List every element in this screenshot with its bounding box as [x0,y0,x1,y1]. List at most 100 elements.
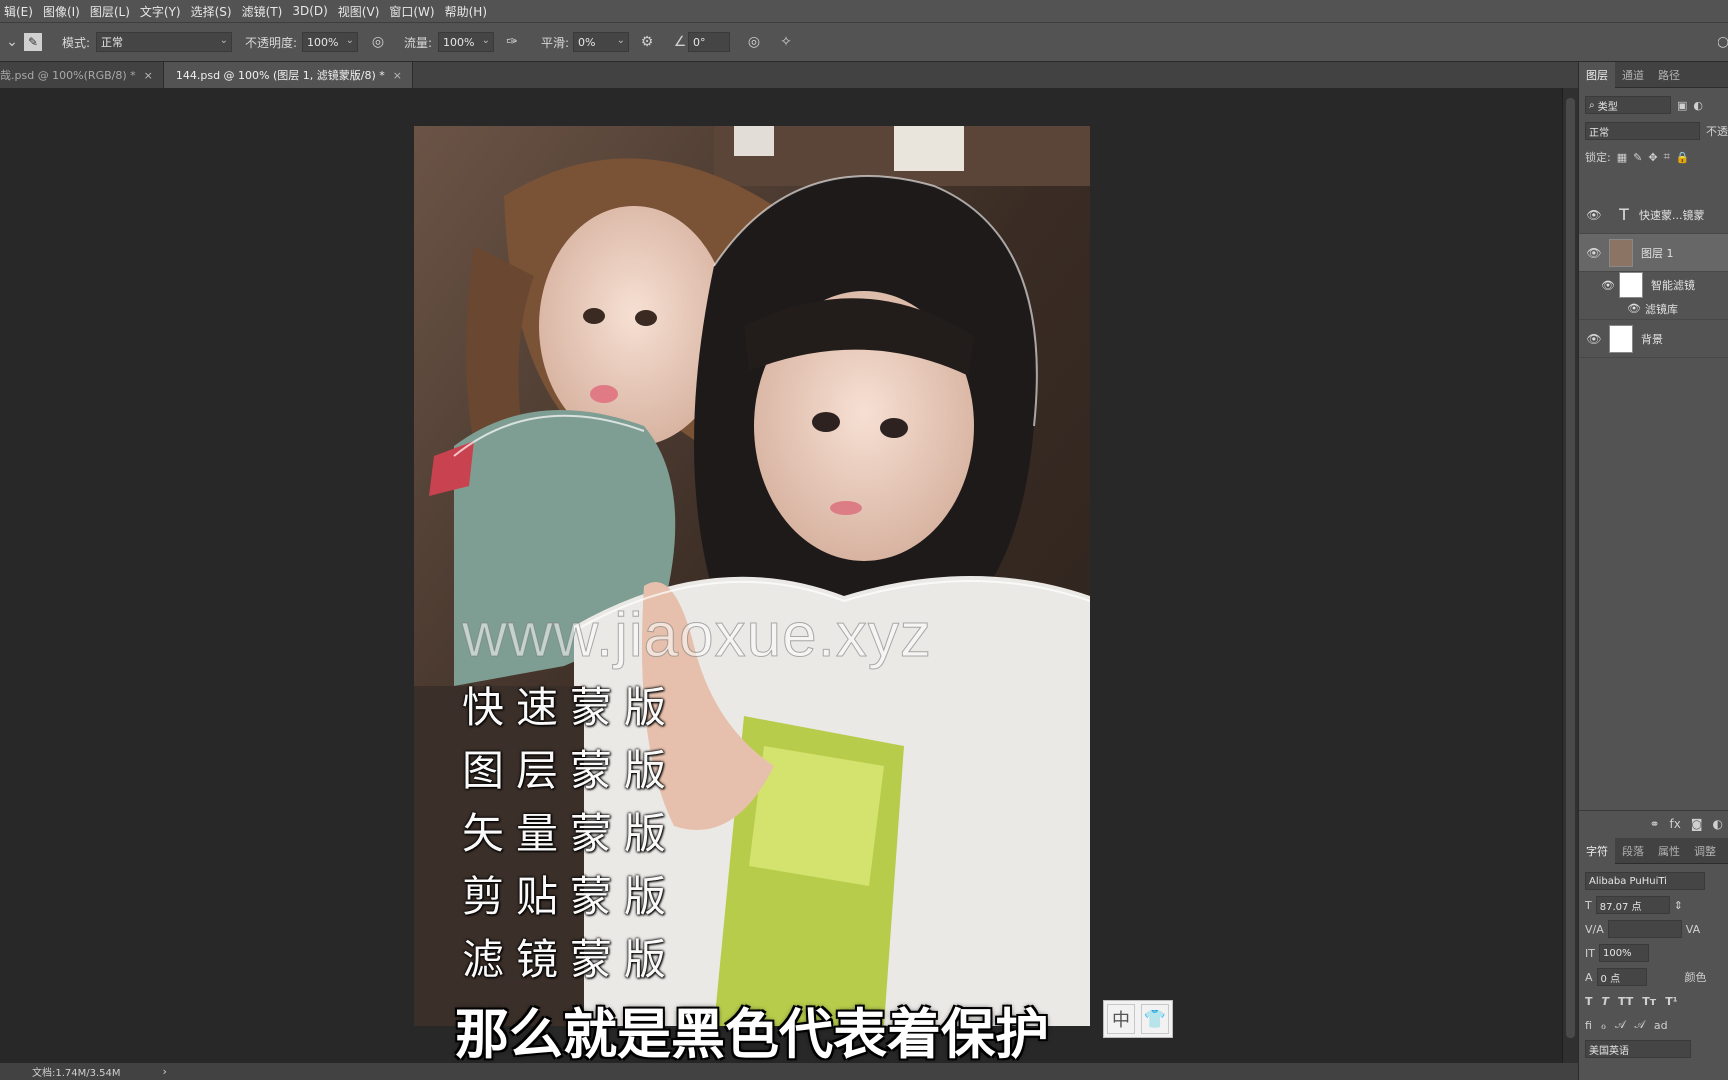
video-subtitle: 那么就是黑色代表着保护 [455,1003,1049,1066]
lock-transparency-icon[interactable]: ▦ [1617,151,1627,164]
small-caps-icon[interactable]: Tт [1642,995,1656,1008]
layer-row-smart-filter[interactable]: 👁 智能滤镜 [1579,272,1728,298]
old-style-icon[interactable]: ℴ [1601,1019,1606,1032]
layer-name: 背景 [1641,332,1663,346]
swash-icon[interactable]: 𝒜 [1615,1018,1625,1032]
scrollbar-thumb[interactable] [1566,98,1575,1038]
menu-help[interactable]: 帮助(H) [441,3,493,20]
faux-italic-icon[interactable]: T [1602,995,1610,1008]
image-filter-icon[interactable]: ▣ [1677,99,1687,112]
layer-thumbnail [1609,324,1633,353]
tab-paragraph[interactable]: 段落 [1615,838,1651,864]
adjustment-filter-icon[interactable]: ◐ [1693,99,1703,112]
search-icon[interactable]: ○ [1718,32,1728,52]
mode-select[interactable]: 正常 ⌄ [96,32,232,52]
layer-name: 快速蒙...镜蒙 [1639,208,1705,222]
font-size-field[interactable]: 87.07 点 [1595,896,1670,914]
menu-window[interactable]: 窗口(W) [385,3,440,20]
mask-type-clipping: 剪贴蒙版 [462,872,679,921]
pressure-size-icon[interactable]: ◎ [744,32,764,52]
tab-properties[interactable]: 属性 [1651,838,1687,864]
character-panel-tabs: 字符 段落 属性 调整 [1579,837,1728,864]
tab-paths[interactable]: 路径 [1651,62,1687,88]
filter-mask-thumbnail[interactable] [1619,272,1643,298]
tool-preset-dropdown[interactable]: ⌄ [2,31,22,53]
close-icon[interactable]: × [144,69,153,82]
airbrush-icon[interactable]: ✑ [502,32,522,52]
symmetry-icon[interactable]: ✧ [776,32,796,52]
opacity-field[interactable]: 100% ⌄ [302,32,358,52]
fx-icon[interactable]: fx [1670,817,1681,831]
tab-document-1[interactable]: 哉.psd @ 100%(RGB/8) * × [0,62,164,88]
menu-type[interactable]: 文字(Y) [136,3,187,20]
flow-field[interactable]: 100% ⌄ [438,32,494,52]
kerning-field[interactable] [1607,920,1682,938]
eye-icon[interactable]: 👁 [1579,246,1609,260]
eye-icon[interactable]: 👁 [1579,302,1645,315]
shirt-icon[interactable]: 👕 [1141,1004,1169,1034]
all-caps-icon[interactable]: TT [1618,995,1633,1008]
chevron-down-icon: ⌄ [345,35,354,46]
faux-bold-icon[interactable]: T [1585,995,1593,1008]
chevron-down-icon: ⌄ [481,35,490,46]
opacity-label: 不透明度: [245,35,298,50]
tab-layers[interactable]: 图层 [1579,61,1615,88]
menu-layer[interactable]: 图层(L) [86,3,136,20]
flow-label: 流量: [404,35,433,50]
menu-image[interactable]: 图像(I) [39,3,86,20]
layers-panel-tabs: 图层 通道 路径 [1579,61,1728,88]
chevron-right-icon[interactable]: › [163,1065,167,1078]
menu-3d[interactable]: 3D(D) [288,4,333,18]
angle-field[interactable]: 0° [688,32,730,52]
ime-mode-button[interactable]: 中 [1107,1004,1135,1034]
brush-settings-button[interactable]: ✎ [24,31,42,53]
link-icon[interactable]: ⚭ [1649,817,1659,831]
smooth-field[interactable]: 0% ⌄ [573,32,629,52]
vertical-scrollbar[interactable] [1562,88,1578,1063]
baseline-shift-field[interactable]: 0 点 [1596,968,1647,986]
layer-row-image[interactable]: 👁 图层 1 [1579,234,1728,272]
eye-icon[interactable]: 👁 [1579,208,1609,222]
menu-bar: 辑(E) 图像(I) 图层(L) 文字(Y) 选择(S) 滤镜(T) 3D(D)… [0,0,1728,22]
status-bar: 文档:1.74M/3.54M › [0,1063,1578,1080]
lock-artboard-icon[interactable]: ⌗ [1664,150,1670,164]
tab-document-2[interactable]: 144.psd @ 100% (图层 1, 滤镜蒙版/8) * × [163,62,413,88]
language-select[interactable]: 美国英语 [1585,1040,1691,1058]
stylistic-icon[interactable]: 𝒜 [1634,1018,1644,1032]
menu-filter[interactable]: 滤镜(T) [238,3,289,20]
vertical-scale-field[interactable]: 100% [1598,944,1649,962]
eye-icon[interactable]: 👁 [1579,279,1619,292]
lock-all-icon[interactable]: 🔒 [1676,151,1690,164]
document-tabs: 哉.psd @ 100%(RGB/8) * × 144.psd @ 100% (图… [0,62,1578,88]
pressure-opacity-icon[interactable]: ◎ [368,32,388,52]
superscript-icon[interactable]: T¹ [1665,995,1677,1008]
titling-icon[interactable]: ad [1654,1019,1668,1032]
menu-select[interactable]: 选择(S) [187,3,238,20]
adjustment-icon[interactable]: ◐ [1713,817,1723,831]
layer-row-background[interactable]: 👁 背景 [1579,320,1728,358]
gear-icon[interactable]: ⚙ [637,32,657,52]
layer-name: 智能滤镜 [1651,279,1695,292]
baseline-shift-icon: A [1585,970,1593,984]
leading-icon: ⇕ [1673,898,1683,912]
close-icon[interactable]: × [393,69,402,82]
ligature-icon[interactable]: fi [1585,1019,1592,1032]
blend-mode-select[interactable]: 正常 [1585,122,1700,140]
layer-name: 图层 1 [1641,246,1674,260]
tab-character[interactable]: 字符 [1579,837,1615,864]
tab-channels[interactable]: 通道 [1615,62,1651,88]
mode-label: 模式: [62,35,91,50]
lock-position-icon[interactable]: ✥ [1648,151,1657,164]
menu-edit[interactable]: 辑(E) [0,3,39,20]
ime-toolbar: 中 👕 [1103,1000,1173,1038]
layer-row-filter-gallery[interactable]: 👁 滤镜库 [1579,298,1728,320]
layer-filter-select[interactable]: ⌕ 类型 [1585,96,1671,114]
menu-view[interactable]: 视图(V) [334,3,386,20]
eye-icon[interactable]: 👁 [1579,332,1609,346]
lock-pixels-icon[interactable]: ✎ [1633,151,1642,164]
opacity-short-label: 不透 [1706,125,1728,138]
layer-row-text[interactable]: 👁 T 快速蒙...镜蒙 [1579,196,1728,234]
tab-adjustments[interactable]: 调整 [1687,838,1723,864]
font-family-select[interactable]: Alibaba PuHuiTi [1585,872,1705,890]
add-mask-icon[interactable]: ◙ [1691,817,1703,831]
